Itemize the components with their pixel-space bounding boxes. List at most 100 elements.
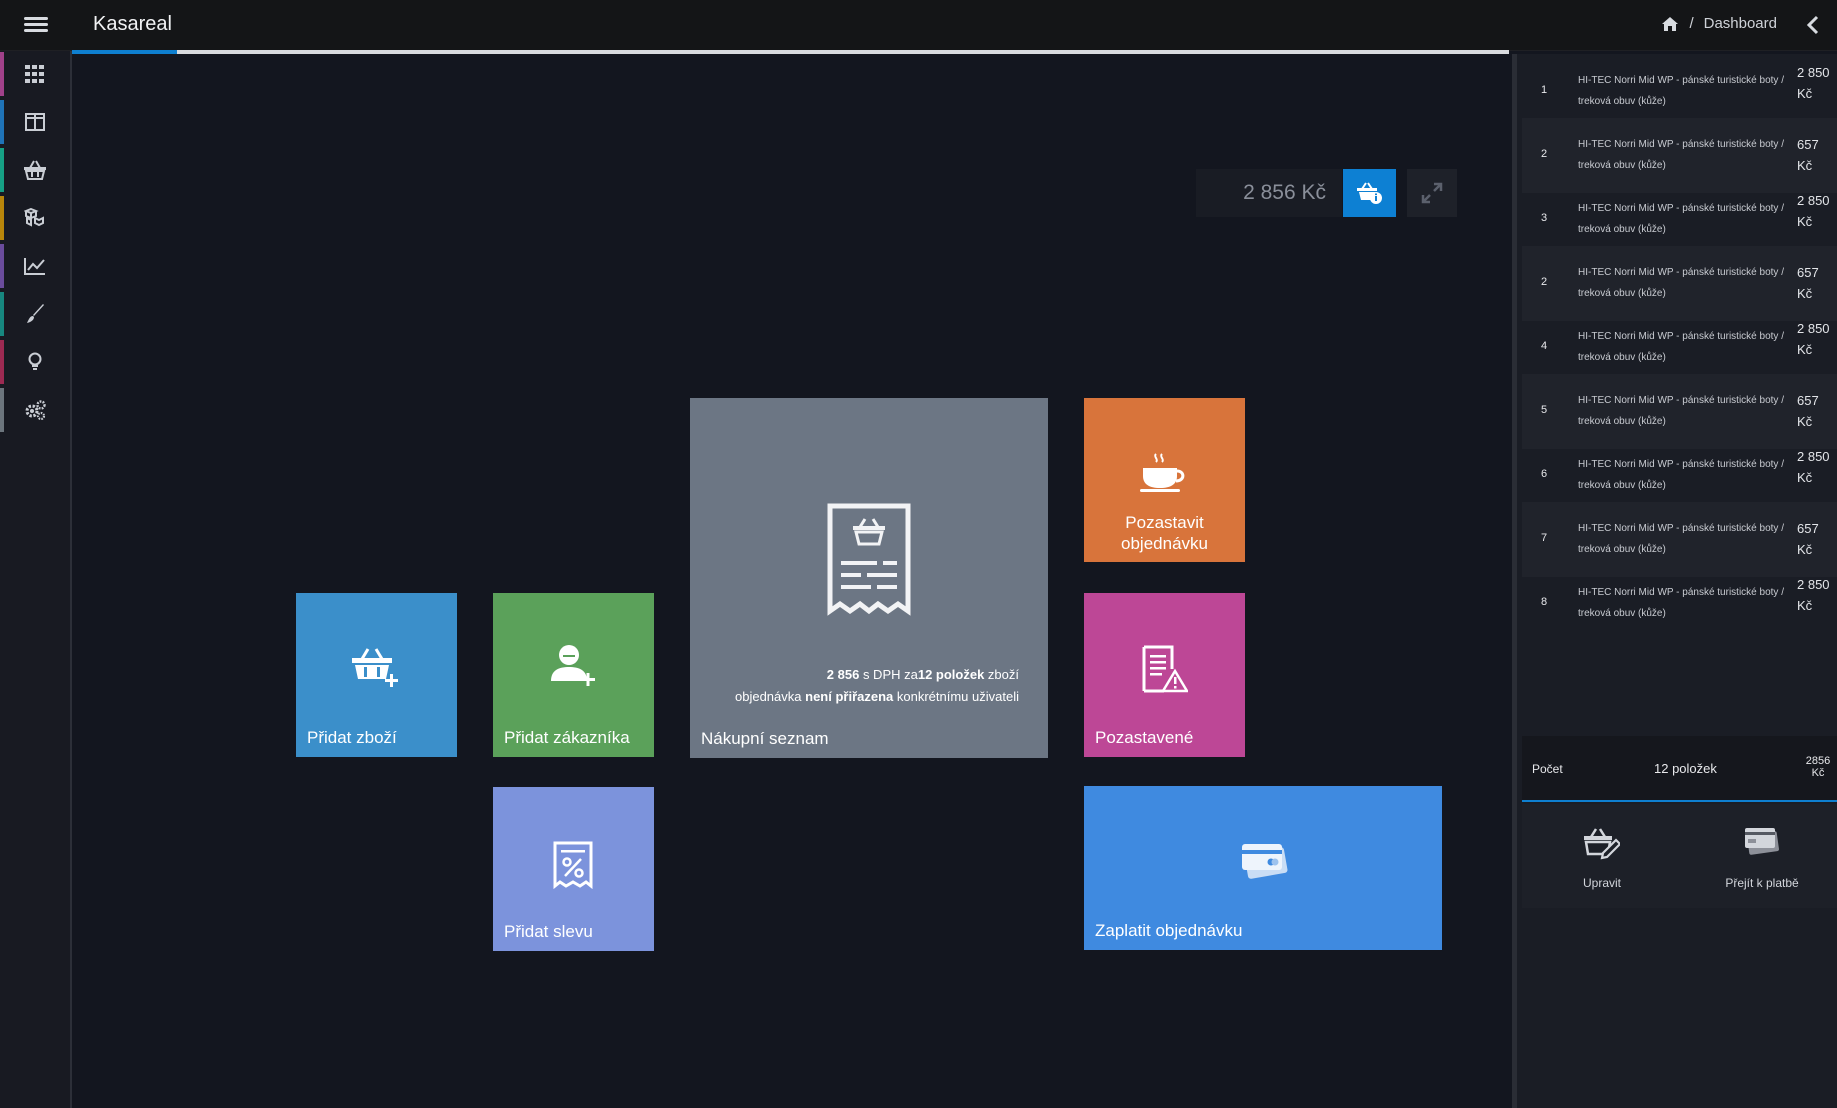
summary-mid: s DPH za xyxy=(859,667,918,682)
cart-row-number: 6 xyxy=(1541,468,1548,480)
shopping-list-label: Nákupní seznam xyxy=(701,729,829,748)
chevron-left-icon[interactable] xyxy=(1805,14,1821,36)
discount-receipt-icon xyxy=(553,841,593,889)
cart-row-number: 8 xyxy=(1541,596,1548,608)
basket-edit-icon xyxy=(1584,828,1620,860)
main-area: 2 856 Kč Přidat zboží Přidat zákazníka 2… xyxy=(72,54,1509,1108)
fullscreen-button[interactable] xyxy=(1407,169,1457,217)
sidebar-stripe xyxy=(0,292,4,336)
cart-row-price: 657 Kč xyxy=(1797,521,1819,557)
cart-row-price: 2 850 Kč xyxy=(1797,321,1830,357)
summary-not-assigned: není přiřazena xyxy=(805,689,894,704)
cart-row[interactable]: 8 HI-TEC Norri Mid WP - pánské turistické… xyxy=(1522,566,1837,641)
home-icon[interactable] xyxy=(1661,16,1679,32)
cart-row-name: HI-TEC Norri Mid WP - pánské turistické … xyxy=(1578,139,1784,171)
sidebar-stripe xyxy=(0,196,4,240)
cart-row-price: 2 850 Kč xyxy=(1797,449,1830,485)
cart-row-name: HI-TEC Norri Mid WP - pánské turistické … xyxy=(1578,523,1784,555)
sidebar-stripe xyxy=(0,100,4,144)
sidebar-stripe xyxy=(0,148,4,192)
shopping-list-tile[interactable]: 2 856 s DPH za12 položek zboží objednávk… xyxy=(690,398,1048,758)
cart-sum-currency: Kč xyxy=(1811,767,1825,779)
cart-row-price: 2 850 Kč xyxy=(1797,193,1830,229)
pause-order-label: Pozastavit objednávku xyxy=(1084,512,1245,554)
cart-summary-row: Počet 12 položek 2856 Kč xyxy=(1522,736,1837,802)
sidebar-stripe xyxy=(0,52,4,96)
cart-panel: 1 HI-TEC Norri Mid WP - pánské turistické… xyxy=(1512,54,1837,1108)
edit-button[interactable]: Upravit xyxy=(1522,804,1682,908)
top-bar: Kasareal / Dashboard xyxy=(0,0,1837,51)
cart-actions: Upravit Přejít k platbě xyxy=(1522,804,1837,908)
summary-order: objednávka xyxy=(735,689,806,704)
cart-info-button[interactable] xyxy=(1343,169,1396,217)
sidebar-stripe xyxy=(0,244,4,288)
cart-row-name: HI-TEC Norri Mid WP - pánské turistické … xyxy=(1578,267,1784,299)
cart-row-number: 2 xyxy=(1541,148,1548,160)
cart-sum-value: 2856 xyxy=(1805,755,1831,767)
columns-icon xyxy=(25,113,45,131)
grid-icon xyxy=(25,65,44,83)
sidebar-item-design[interactable] xyxy=(0,291,70,337)
cart-row-number: 1 xyxy=(1541,84,1548,96)
cart-row-price: 657 Kč xyxy=(1797,137,1819,173)
pay-order-label: Zaplatit objednávku xyxy=(1095,921,1243,940)
cart-row-number: 5 xyxy=(1541,404,1548,416)
add-goods-tile[interactable]: Přidat zboží xyxy=(296,593,457,757)
sidebar xyxy=(0,51,72,1108)
hamburger-menu-icon[interactable] xyxy=(24,14,48,36)
sidebar-item-ideas[interactable] xyxy=(0,339,70,385)
sidebar-item-basket[interactable] xyxy=(0,147,70,193)
receipt-basket-icon xyxy=(827,503,911,616)
basket-add-icon xyxy=(352,648,398,687)
cart-row-name: HI-TEC Norri Mid WP - pánské turistické … xyxy=(1578,587,1784,619)
paused-orders-label: Pozastavené xyxy=(1095,728,1194,747)
summary-tail: zboží xyxy=(984,667,1019,682)
summary-line-2: objednávka není přiřazena konkrétnímu už… xyxy=(679,686,1019,708)
summary-line-1: 2 856 s DPH za12 položek zboží xyxy=(679,664,1019,686)
breadcrumb-separator: / xyxy=(1689,15,1694,32)
sidebar-item-settings[interactable] xyxy=(0,387,70,433)
summary-count: 12 položek xyxy=(917,667,985,682)
sidebar-item-columns[interactable] xyxy=(0,99,70,145)
sidebar-item-grid[interactable] xyxy=(0,51,70,97)
document-warning-icon xyxy=(1142,645,1188,693)
cart-row-number: 3 xyxy=(1541,212,1548,224)
app-brand[interactable]: Kasareal xyxy=(93,13,172,36)
credit-card-icon xyxy=(1242,844,1288,879)
brush-icon xyxy=(27,304,44,323)
cart-row-name: HI-TEC Norri Mid WP - pánské turistické … xyxy=(1578,75,1784,107)
sidebar-stripe xyxy=(0,340,4,384)
basket-icon xyxy=(24,160,46,180)
breadcrumb: / Dashboard xyxy=(1661,15,1777,32)
gears-icon xyxy=(25,400,46,420)
pause-order-tile[interactable]: Pozastavit objednávku xyxy=(1084,398,1245,562)
cart-row-name: HI-TEC Norri Mid WP - pánské turistické … xyxy=(1578,331,1784,363)
add-discount-tile[interactable]: Přidat slevu xyxy=(493,787,654,951)
sidebar-item-boxes[interactable] xyxy=(0,195,70,241)
sidebar-item-statistics[interactable] xyxy=(0,243,70,289)
cart-row-number: 4 xyxy=(1541,340,1548,352)
checkout-button[interactable]: Přejít k platbě xyxy=(1682,804,1837,908)
pay-order-tile[interactable]: Zaplatit objednávku xyxy=(1084,786,1442,950)
user-add-icon xyxy=(551,645,595,686)
lightbulb-icon xyxy=(28,352,42,370)
coffee-cup-icon xyxy=(1140,453,1185,492)
cart-sum: 2856 Kč xyxy=(1801,755,1835,779)
credit-card-icon xyxy=(1745,828,1779,855)
cart-row-price: 2 850 Kč xyxy=(1797,577,1830,613)
paused-orders-tile[interactable]: Pozastavené xyxy=(1084,593,1245,757)
add-customer-tile[interactable]: Přidat zákazníka xyxy=(493,593,654,757)
expand-icon xyxy=(1421,182,1443,204)
edit-label: Upravit xyxy=(1582,876,1621,890)
cart-row-name: HI-TEC Norri Mid WP - pánské turistické … xyxy=(1578,395,1784,427)
pause-order-label-line-1: Pozastavit xyxy=(1125,513,1204,532)
count-label: Počet xyxy=(1532,762,1563,776)
order-total: 2 856 Kč xyxy=(1196,169,1342,217)
add-discount-label: Přidat slevu xyxy=(504,922,593,941)
add-goods-label: Přidat zboží xyxy=(307,728,397,747)
cart-row-name: HI-TEC Norri Mid WP - pánské turistické … xyxy=(1578,459,1784,491)
boxes-icon xyxy=(24,208,44,227)
cart-row-price: 657 Kč xyxy=(1797,393,1819,429)
add-customer-label: Přidat zákazníka xyxy=(504,728,630,747)
sidebar-stripe xyxy=(0,388,4,432)
